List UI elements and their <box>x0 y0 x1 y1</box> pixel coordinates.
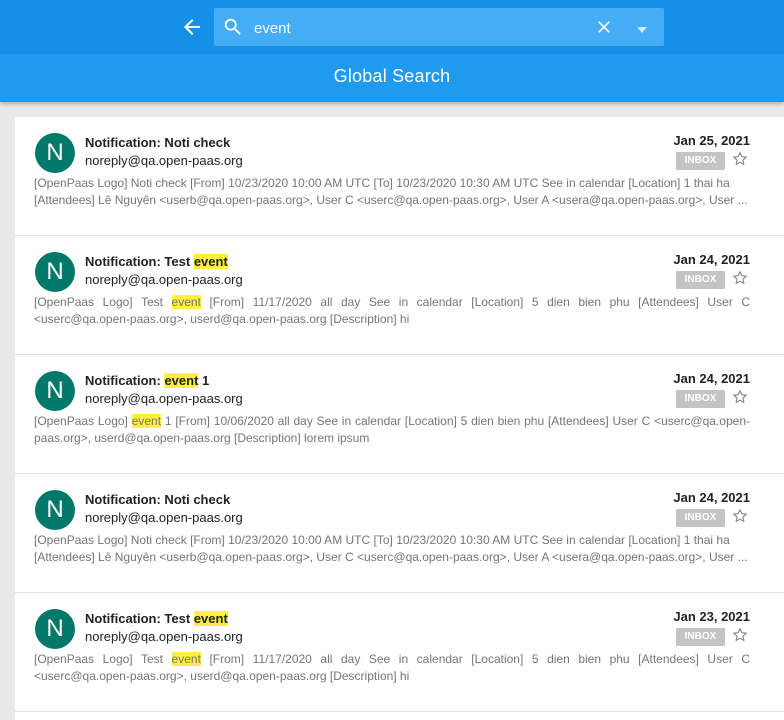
clear-search-button[interactable] <box>594 17 614 37</box>
text-part: Notification: Test <box>85 254 194 269</box>
avatar: N <box>35 490 75 530</box>
preview-line: [Attendees] Lê Nguyên <userb@qa.open-paa… <box>34 550 748 564</box>
email-subject: Notification: Noti check <box>85 492 230 507</box>
search-result-item[interactable]: N Notification: Noti check noreply@qa.open… <box>15 117 784 236</box>
search-highlight: event <box>131 414 162 428</box>
email-date: Jan 24, 2021 <box>673 490 750 505</box>
folder-badge: INBOX <box>676 152 725 170</box>
star-icon <box>733 152 747 165</box>
search-highlight: event <box>193 254 228 269</box>
star-button[interactable] <box>731 269 749 287</box>
search-icon <box>224 18 241 35</box>
page-title: Global Search <box>333 66 451 86</box>
search-box <box>214 8 664 46</box>
avatar: N <box>35 371 75 411</box>
email-sender: noreply@qa.open-paas.org <box>85 153 243 168</box>
search-highlight: event <box>164 373 199 388</box>
text-part: Notification: Noti check <box>85 135 231 150</box>
search-highlight: event <box>171 295 201 309</box>
star-button[interactable] <box>731 626 749 644</box>
text-part: Notification: Noti check <box>85 492 231 507</box>
search-result-item[interactable]: N Notification: Test event noreply@qa.open… <box>15 593 784 712</box>
email-date: Jan 25, 2021 <box>673 133 750 148</box>
search-options-dropdown[interactable] <box>635 22 649 33</box>
star-icon <box>733 271 747 284</box>
email-preview: [OpenPaas Logo] Test event [From] 11/17/… <box>34 294 750 328</box>
text-part: 1 <box>198 373 210 388</box>
app-header: Global Search <box>0 0 784 102</box>
avatar: N <box>35 133 75 173</box>
email-subject: Notification: Test event <box>85 254 228 269</box>
arrow-left-icon <box>184 19 200 35</box>
email-date: Jan 23, 2021 <box>673 609 750 624</box>
search-toolbar <box>0 0 784 54</box>
star-button[interactable] <box>731 150 749 168</box>
email-sender: noreply@qa.open-paas.org <box>85 510 243 525</box>
email-date: Jan 24, 2021 <box>673 371 750 386</box>
text-part: [OpenPaas Logo] <box>34 414 132 428</box>
caret-down-icon <box>637 27 647 33</box>
star-button[interactable] <box>731 507 749 525</box>
text-part: [OpenPaas Logo] Test <box>34 652 172 666</box>
search-input[interactable] <box>252 14 576 42</box>
email-preview: [OpenPaas Logo] Noti check [From] 10/23/… <box>34 532 750 566</box>
email-sender: noreply@qa.open-paas.org <box>85 272 243 287</box>
folder-badge: INBOX <box>676 628 725 646</box>
avatar: N <box>35 252 75 292</box>
folder-badge: INBOX <box>676 390 725 408</box>
text-part: Notification: <box>85 373 165 388</box>
email-subject: Notification: Noti check <box>85 135 230 150</box>
search-highlight: event <box>193 611 228 626</box>
email-preview: [OpenPaas Logo] Test event [From] 11/17/… <box>34 651 750 685</box>
search-highlight: event <box>171 652 201 666</box>
email-subject: Notification: event 1 <box>85 373 209 388</box>
folder-badge: INBOX <box>676 509 725 527</box>
star-icon <box>733 628 747 641</box>
star-icon <box>733 390 747 403</box>
search-result-item[interactable]: N Notification: Noti check noreply@qa.open… <box>15 474 784 593</box>
email-date: Jan 24, 2021 <box>673 252 750 267</box>
avatar: N <box>35 609 75 649</box>
email-sender: noreply@qa.open-paas.org <box>85 391 243 406</box>
preview-line: [OpenPaas Logo] Noti check [From] 10/23/… <box>34 176 730 190</box>
close-icon <box>598 21 610 33</box>
back-button[interactable] <box>180 15 204 39</box>
preview-line: [Attendees] Lê Nguyên <userb@qa.open-paa… <box>34 193 748 207</box>
preview-line: [OpenPaas Logo] Noti check [From] 10/23/… <box>34 533 730 547</box>
email-preview: [OpenPaas Logo] Noti check [From] 10/23/… <box>34 175 750 209</box>
search-result-item[interactable]: N Notification: event 1 noreply@qa.open-pa… <box>15 355 784 474</box>
email-sender: noreply@qa.open-paas.org <box>85 629 243 644</box>
email-subject: Notification: Test event <box>85 611 228 626</box>
folder-badge: INBOX <box>676 271 725 289</box>
search-results-list: N Notification: Noti check noreply@qa.open… <box>15 117 784 720</box>
star-icon <box>733 509 747 522</box>
search-result-item[interactable]: N Notification: Test event noreply@qa.open… <box>15 236 784 355</box>
text-part: Notification: Test <box>85 611 194 626</box>
star-button[interactable] <box>731 388 749 406</box>
email-preview: [OpenPaas Logo] event 1 [From] 10/06/202… <box>34 413 750 447</box>
text-part: [OpenPaas Logo] Test <box>34 295 172 309</box>
